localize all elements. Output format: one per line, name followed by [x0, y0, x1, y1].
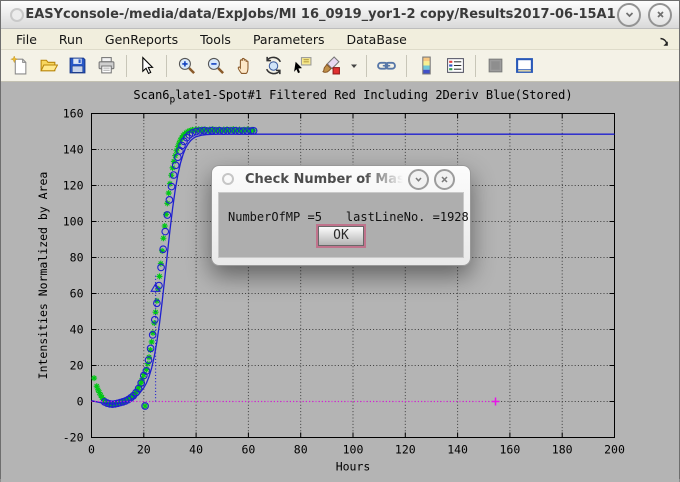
chevron-down-icon	[414, 175, 423, 184]
rotate-3d-icon[interactable]	[260, 52, 287, 79]
svg-text:40: 40	[70, 323, 84, 337]
ok-button[interactable]: OK	[318, 226, 364, 246]
figure-toolbar	[1, 50, 679, 82]
check-master-plate-dialog: Check Number of Master Pla NumberOfMP =5…	[211, 165, 471, 266]
insert-legend-icon[interactable]	[442, 52, 469, 79]
svg-text:100: 100	[343, 443, 364, 457]
svg-text:200: 200	[604, 443, 625, 457]
grid-lines	[92, 114, 615, 438]
toolbar-separator	[475, 55, 476, 77]
zoom-in-icon[interactable]	[173, 52, 200, 79]
svg-text:140: 140	[447, 443, 468, 457]
dialog-close-button[interactable]	[434, 169, 455, 190]
svg-text:100: 100	[63, 215, 84, 229]
svg-text:80: 80	[70, 251, 84, 265]
toolbar-separator	[406, 55, 407, 77]
pan-hand-icon[interactable]	[231, 52, 258, 79]
menu-tools[interactable]: Tools	[189, 31, 242, 48]
dialog-body: NumberOfMP =5 lastLineNo. =1928 OK	[218, 192, 464, 258]
svg-text:80: 80	[294, 443, 308, 457]
figure-area: Scan6plate1-Spot#1 Filtered Red Includin…	[1, 82, 679, 482]
print-figure-icon[interactable]	[93, 52, 120, 79]
svg-text:160: 160	[500, 443, 521, 457]
svg-text:20: 20	[137, 443, 151, 457]
window-title: EASYconsole-/media/data/ExpJobs/MI 16_09…	[24, 7, 617, 22]
link-plot-icon[interactable]	[373, 52, 400, 79]
close-icon	[655, 9, 666, 20]
axis-labels: 0 20 40 60 80 100 120 140 160 180 200 -20 0 20 40 60 80 1…	[36, 107, 625, 474]
dialog-titlebar: Check Number of Master Pla	[212, 166, 470, 192]
open-file-icon[interactable]	[35, 52, 62, 79]
svg-text:120: 120	[395, 443, 416, 457]
svg-text:120: 120	[63, 179, 84, 193]
svg-text:180: 180	[552, 443, 573, 457]
hide-plot-tools-icon[interactable]	[482, 52, 509, 79]
toolbar-separator	[366, 55, 367, 77]
svg-text:40: 40	[189, 443, 203, 457]
plot-canvas[interactable]: 0 20 40 60 80 100 120 140 160 180 200 -20 0 20 40 60 80 1…	[1, 82, 680, 482]
brush-data-icon[interactable]	[318, 52, 345, 79]
lastlineno-value: lastLineNo. =1928	[346, 210, 469, 224]
brush-dropdown-caret-icon[interactable]	[347, 52, 360, 79]
menu-parameters[interactable]: Parameters	[242, 31, 336, 48]
window-titlebar: EASYconsole-/media/data/ExpJobs/MI 16_09…	[1, 1, 679, 29]
dialog-message: NumberOfMP =5 lastLineNo. =1928	[228, 210, 469, 224]
y-axis-label: Intensities Normalized by Area	[36, 172, 50, 380]
dialog-minimize-button[interactable]	[408, 169, 429, 190]
svg-text:140: 140	[63, 143, 84, 157]
svg-text:0: 0	[88, 443, 95, 457]
svg-text:60: 60	[241, 443, 255, 457]
easyconsole-window: EASYconsole-/media/data/ExpJobs/MI 16_09…	[0, 0, 680, 479]
dialog-menu-icon[interactable]	[222, 173, 234, 185]
svg-text:0: 0	[77, 395, 84, 409]
svg-text:60: 60	[70, 287, 84, 301]
close-button[interactable]	[648, 3, 672, 27]
x-axis-label: Hours	[336, 460, 371, 474]
svg-text:160: 160	[63, 107, 84, 121]
data-cursor-icon[interactable]	[289, 52, 316, 79]
svg-text:20: 20	[70, 359, 84, 373]
close-icon	[440, 175, 449, 184]
toolbar-separator	[166, 55, 167, 77]
menubar-items: FileRunGenReportsToolsParametersDataBase	[5, 31, 418, 48]
menu-genreports[interactable]: GenReports	[94, 31, 189, 48]
show-plot-tools-icon[interactable]	[511, 52, 538, 79]
menu-file[interactable]: File	[5, 31, 48, 48]
menu-run[interactable]: Run	[48, 31, 94, 48]
save-figure-icon[interactable]	[64, 52, 91, 79]
svg-text:-20: -20	[63, 431, 84, 445]
numberofmp-value: NumberOfMP =5	[228, 210, 322, 224]
minimize-button[interactable]	[617, 3, 641, 27]
series-zero-baseline	[92, 398, 500, 406]
new-figure-icon[interactable]	[6, 52, 33, 79]
dialog-title: Check Number of Master Pla	[245, 172, 403, 187]
toolbar-separator	[126, 55, 127, 77]
arrow-pointer-icon[interactable]	[133, 52, 160, 79]
menubar: FileRunGenReportsToolsParametersDataBase	[1, 29, 679, 50]
chevron-down-icon	[624, 9, 635, 20]
menu-database[interactable]: DataBase	[335, 31, 417, 48]
insert-colorbar-icon[interactable]	[413, 52, 440, 79]
menu-overflow-arrow-icon[interactable]	[658, 33, 670, 52]
window-menu-icon[interactable]	[10, 8, 24, 22]
zoom-out-icon[interactable]	[202, 52, 229, 79]
